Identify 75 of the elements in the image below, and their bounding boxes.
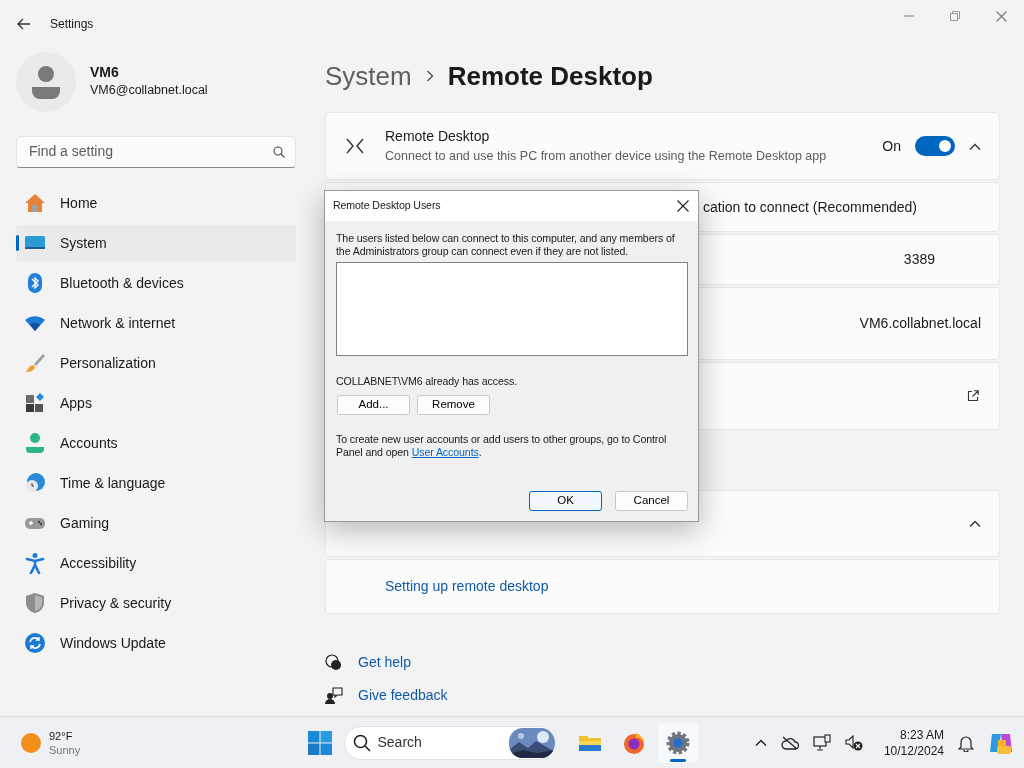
footer-link[interactable]: Give feedback [358, 685, 448, 706]
setting-value: 3389 [903, 250, 935, 269]
help-link[interactable]: Setting up remote desktop [385, 576, 549, 597]
dialog-button[interactable]: Add... [337, 395, 410, 415]
sidebar-item[interactable]: Time & language [16, 465, 296, 501]
dialog-title: Remote Desktop Users [333, 198, 441, 214]
search-box[interactable]: Search [343, 725, 556, 760]
brush-icon [24, 352, 46, 374]
sidebar-item[interactable]: Apps [16, 385, 296, 421]
chevron-right-icon [425, 70, 434, 82]
network-icon[interactable] [812, 733, 831, 752]
firefox-icon[interactable] [621, 730, 646, 755]
chevron-up-icon[interactable] [754, 739, 767, 746]
breadcrumb-link[interactable]: System [325, 56, 412, 96]
user-accounts-link[interactable]: User Accounts [411, 446, 479, 458]
sun-icon [20, 731, 42, 754]
sidebar-item[interactable]: Bluetooth & devices [16, 265, 296, 301]
home-icon [24, 192, 46, 214]
sidebar-item[interactable]: Home [16, 185, 296, 221]
remote-desktop-icon [346, 136, 364, 156]
search-label: Search [377, 733, 423, 752]
search-box[interactable]: Find a setting [16, 135, 296, 168]
taskbar-button[interactable] [657, 722, 698, 763]
window-title: Settings [50, 16, 94, 33]
sidebar-item[interactable]: Network & internet [16, 305, 296, 341]
setting-title: Remote Desktop [385, 127, 491, 147]
dialog-description: The users listed below can connect to this computer, and any members of the Administrators group can connect even if they are not listed. [336, 232, 676, 258]
dialog-button[interactable]: OK [529, 491, 602, 511]
clock-time[interactable]: 8:23 AM [883, 726, 944, 743]
globe-clock-icon [24, 472, 46, 494]
note-text: To create new user accounts or add users to other groups, go to Control Panel and open User Accounts. [336, 433, 668, 459]
dialog-button[interactable]: Remove [417, 395, 490, 415]
sidebar-item[interactable]: Personalization [16, 345, 296, 381]
windows-start-icon[interactable] [308, 730, 332, 755]
close-icon[interactable] [677, 200, 689, 212]
clock-date[interactable]: 10/12/2024 [883, 742, 944, 759]
setting-text: cation to connect (Recommended) [703, 197, 917, 217]
external-link-icon[interactable] [967, 390, 979, 402]
setting-value: VM6.collabnet.local [859, 314, 981, 333]
accessibility-icon [24, 552, 46, 574]
dialog-button[interactable]: Cancel [615, 491, 688, 511]
toggle-switch[interactable] [915, 136, 955, 156]
maximize-icon[interactable] [950, 11, 960, 21]
footer-link[interactable]: Get help [358, 652, 411, 673]
sidebar-item[interactable]: Privacy & security [16, 585, 296, 621]
bell-icon[interactable] [958, 733, 974, 752]
sidebar-item[interactable]: Windows Update [16, 625, 296, 661]
setting-description: Connect to and use this PC from another device using the Remote Desktop app [385, 148, 828, 166]
apps-icon [24, 392, 46, 414]
sidebar-item[interactable]: Accounts [16, 425, 296, 461]
help-icon [325, 653, 343, 672]
search-field[interactable]: Find a setting [27, 140, 273, 163]
temperature: 92°F [49, 728, 74, 743]
update-icon [24, 632, 46, 654]
speaker-muted-icon[interactable] [844, 734, 863, 751]
sidebar-item[interactable]: Gaming [16, 505, 296, 541]
chevron-up-icon[interactable] [969, 142, 981, 150]
user-email: VM6@collabnet.local [90, 82, 208, 100]
user-list[interactable] [336, 262, 688, 356]
status-text: COLLABNET\VM6 already has access. [336, 374, 518, 388]
sidebar-item[interactable]: Accessibility [16, 545, 296, 581]
weather-condition: Sunny [49, 742, 81, 757]
cloud-icon[interactable] [780, 735, 799, 750]
person-icon [24, 432, 46, 454]
feedback-icon [325, 686, 343, 705]
chevron-up-icon[interactable] [969, 520, 981, 527]
toggle-label: On [882, 136, 901, 156]
search-icon [352, 733, 371, 752]
back-icon[interactable] [16, 16, 32, 32]
gear-icon[interactable] [665, 730, 690, 755]
shield-icon [24, 592, 46, 614]
sidebar-item[interactable]: System [16, 225, 296, 261]
search-icon[interactable] [273, 145, 285, 158]
page-title: Remote Desktop [447, 59, 653, 93]
user-name: VM6 [90, 63, 120, 82]
